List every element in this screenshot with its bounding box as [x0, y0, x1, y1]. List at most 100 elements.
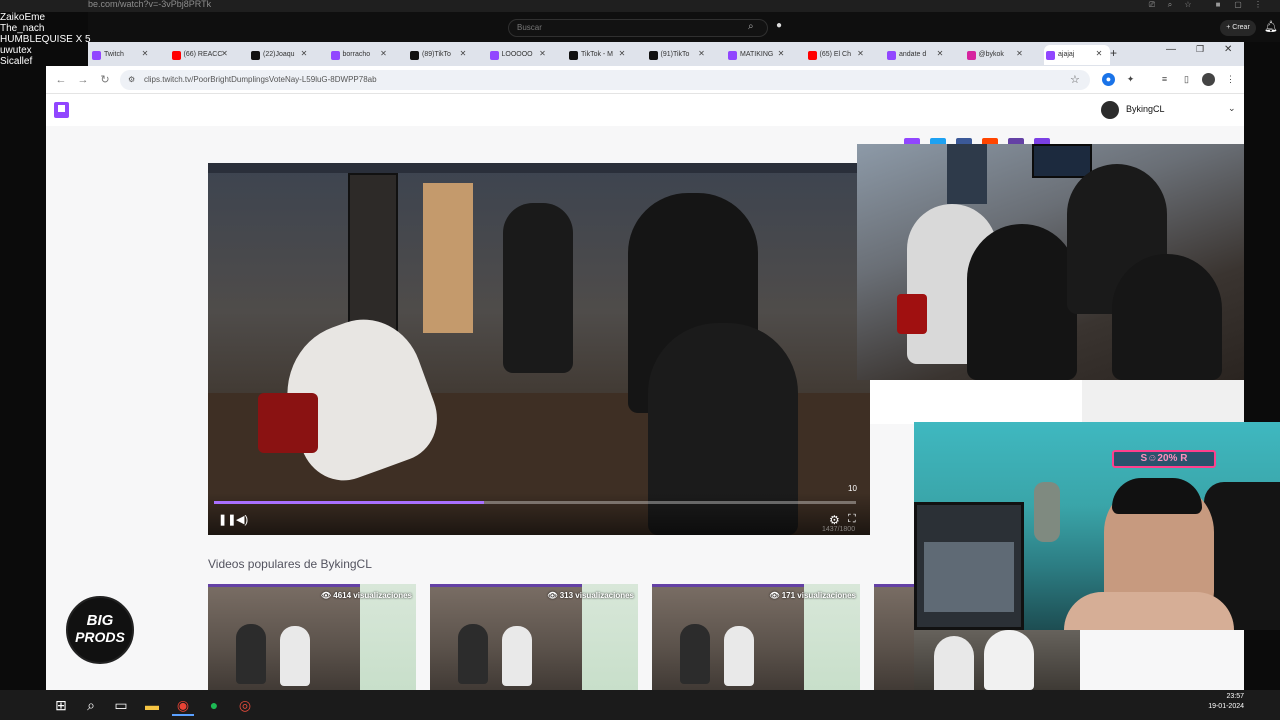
view-count: 👁︎ 4614 visualizaciones	[320, 591, 412, 600]
url-input[interactable]: clips.twitch.tv/PoorBrightDumplingsVoteN…	[120, 70, 1090, 90]
background-window-bar: be.com/watch?v=-3vPbj8PRTk ⎚ ⌕ ☆ ■ ▢ ⋮	[0, 0, 1280, 12]
task-view-icon[interactable]: ▭	[110, 694, 132, 716]
close-tab-icon[interactable]: ✕	[1094, 45, 1104, 63]
video-scene-person-1	[503, 203, 573, 373]
windows-start-icon[interactable]: ⊞	[50, 694, 72, 716]
close-tab-icon[interactable]: ✕	[697, 45, 707, 63]
close-tab-icon[interactable]: ✕	[458, 45, 468, 63]
reload-icon[interactable]: ↻	[98, 73, 112, 87]
maximize-button[interactable]: ❐	[1196, 44, 1208, 55]
bell-icon[interactable]: 🔔︎	[1264, 20, 1278, 33]
close-tab-icon[interactable]: ✕	[220, 45, 230, 63]
close-tab-icon[interactable]: ✕	[299, 45, 309, 63]
settings-icon[interactable]: ⚙	[829, 513, 843, 527]
browser-menu-icon[interactable]: ⋮	[1224, 73, 1237, 86]
close-tab-icon[interactable]: ✕	[140, 45, 150, 63]
youtube-search-input[interactable]: Buscar	[508, 19, 768, 37]
puzzle-icon[interactable]: ✦	[1124, 73, 1137, 86]
popular-video-card[interactable]: 👁︎ 171 visualizaciones	[652, 584, 860, 690]
popular-video-card[interactable]	[874, 584, 914, 690]
cam2-scene-hair	[1112, 478, 1202, 514]
logo-line-1: BIG	[86, 612, 114, 629]
twitch-logo-icon[interactable]	[54, 102, 69, 118]
file-explorer-icon[interactable]: ▬	[141, 694, 163, 716]
sidepanel-icon[interactable]: ▯	[1180, 73, 1193, 86]
cam-scene-tv	[1032, 144, 1092, 178]
tab-label: TikTok - M	[581, 51, 614, 58]
tab-favicon-icon	[410, 51, 419, 60]
clock-date: 19-01-2024	[1208, 703, 1244, 710]
zoom-icon[interactable]: ⌕	[1164, 0, 1176, 10]
clip-video-player[interactable]	[208, 163, 870, 535]
fullscreen-icon[interactable]: ⛶	[848, 513, 862, 527]
popular-videos-title: Videos populares de BykingCL	[208, 557, 372, 571]
close-tab-icon[interactable]: ✕	[1015, 45, 1025, 63]
back-icon[interactable]: ←	[54, 73, 68, 87]
close-tab-icon[interactable]: ✕	[538, 45, 548, 63]
close-tab-icon[interactable]: ✕	[935, 45, 945, 63]
thumb-strip	[874, 584, 914, 587]
create-button[interactable]: + Crear	[1220, 20, 1256, 36]
progress-fill	[214, 501, 484, 504]
menu-icon[interactable]: ⋮	[1252, 0, 1264, 10]
taskbar-clock[interactable]: 23:57 19-01-2024	[1200, 692, 1244, 712]
tab-favicon-icon	[489, 51, 499, 60]
tab-label: (91)TikTo	[660, 51, 690, 58]
cam-scene-person-4	[1112, 254, 1222, 380]
popular-video-card[interactable]: 👁︎ 4614 visualizaciones	[208, 584, 416, 690]
chat-line: HUMBLEQUISE X 5	[0, 34, 91, 45]
site-info-icon[interactable]: ⚙	[128, 75, 136, 85]
extension-shield-icon[interactable]: ●	[1102, 73, 1115, 86]
cam2-scene-shoulders	[1064, 592, 1234, 630]
cam-scene-microphone	[897, 294, 927, 334]
user-name[interactable]: BykingCL	[1126, 104, 1165, 114]
thumb-person	[458, 624, 488, 684]
popular-video-card[interactable]: 👁︎ 313 visualizaciones	[430, 584, 638, 690]
clock-time: 23:57	[1226, 693, 1244, 700]
user-avatar[interactable]	[1101, 101, 1119, 119]
video-scene-ceiling	[208, 163, 870, 173]
chat-line: The_nach	[0, 23, 45, 34]
close-tab-icon[interactable]: ✕	[776, 45, 786, 63]
thumb-person	[680, 624, 710, 684]
media-queue-icon[interactable]: ≡	[1158, 73, 1171, 86]
profile-avatar[interactable]	[1202, 73, 1215, 86]
view-count-text: 171 visualizaciones	[781, 591, 856, 600]
view-count: 👁︎ 313 visualizaciones	[547, 591, 634, 600]
bottom-cam-person	[984, 630, 1034, 690]
close-tab-icon[interactable]: ✕	[379, 45, 389, 63]
minimize-button[interactable]: —	[1166, 44, 1178, 55]
chrome-icon[interactable]: ◉	[172, 694, 194, 716]
close-window-button[interactable]: ✕	[1224, 44, 1236, 55]
search-icon[interactable]: ⌕	[80, 694, 102, 716]
volume-icon[interactable]: ◀)	[236, 513, 250, 527]
bookmark-star-icon[interactable]: ☆	[1070, 73, 1080, 86]
search-icon[interactable]: ⌕	[748, 21, 762, 35]
bottom-cam-person	[934, 636, 974, 690]
tab-label: (65) El Ch	[819, 51, 852, 58]
close-tab-icon[interactable]: ✕	[617, 45, 627, 63]
view-count-text: 4614 visualizaciones	[333, 591, 412, 600]
extension-icon[interactable]: ■	[1212, 0, 1224, 10]
star-icon[interactable]: ☆	[1182, 0, 1194, 10]
spotify-icon[interactable]: ●	[203, 694, 225, 716]
tab-favicon-icon	[887, 51, 896, 60]
recording-app-icon[interactable]: ◎	[234, 694, 256, 716]
new-tab-button[interactable]: +	[1110, 46, 1122, 60]
tab-favicon-icon	[1046, 51, 1055, 60]
tab-label: (66) REACC	[183, 51, 223, 58]
stream-chat-overlay: ZaikoEme The_nach HUMBLEQUISE X 5 uwutex…	[0, 12, 91, 67]
sidepanel-icon[interactable]: ▢	[1232, 0, 1244, 10]
forward-icon[interactable]: →	[76, 73, 90, 87]
overlay-grey-panel	[1082, 380, 1244, 424]
pause-icon[interactable]: ❚❚	[218, 513, 236, 527]
cam2-scene-car	[924, 542, 1014, 612]
microphone-icon[interactable]: ●	[776, 20, 790, 34]
chat-line: ZaikoEme	[0, 12, 46, 23]
thumb-person	[724, 626, 754, 686]
cast-icon[interactable]: ⎚	[1146, 0, 1158, 10]
chevron-down-icon[interactable]: ⌄	[1228, 103, 1236, 114]
close-tab-icon[interactable]: ✕	[856, 45, 866, 63]
tab-label: Twitch	[104, 51, 124, 58]
tab-favicon-icon	[569, 51, 578, 60]
